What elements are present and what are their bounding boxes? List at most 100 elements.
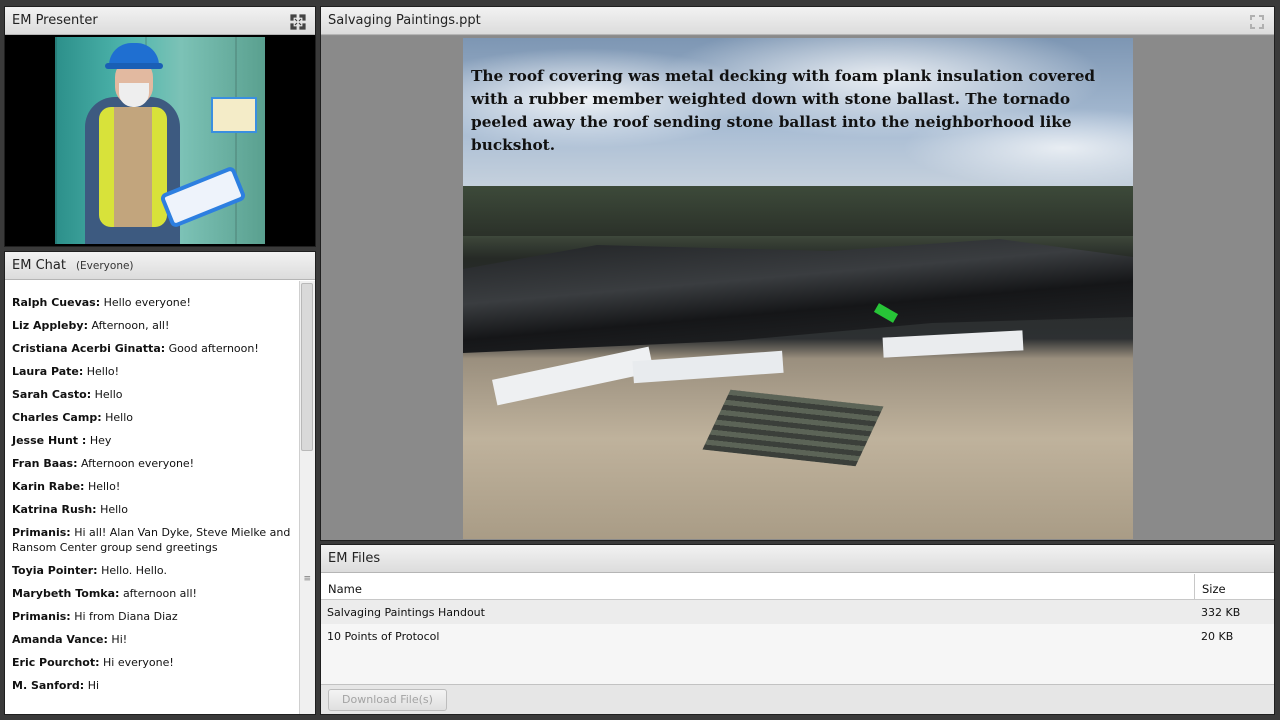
chat-sender-separator: : (103, 633, 108, 646)
chat-text: Hello everyone! (103, 296, 191, 309)
chat-message: Katrina Rush: Hello (12, 502, 293, 517)
chat-sender-separator: : (92, 503, 97, 516)
chat-text: Hello (100, 503, 128, 516)
chat-message: Marybeth Tomka: afternoon all! (12, 586, 293, 601)
file-size: 332 KB (1201, 606, 1241, 619)
chat-message: Primanis: Hi all! Alan Van Dyke, Steve M… (12, 525, 293, 555)
chat-sender-separator: : (66, 610, 71, 623)
chat-text: Hi (87, 679, 100, 692)
chat-sender-separator: : (86, 388, 92, 401)
chat-text: afternoon all! (122, 587, 197, 600)
chat-sender-separator: : (97, 411, 102, 424)
chat-message: Laura Pate: Hello! (12, 364, 293, 379)
chat-sender: Eric Pourchot (12, 656, 96, 669)
files-table: Name Size Salvaging Paintings Handout 33… (321, 574, 1274, 684)
chat-sender-separator: : (66, 526, 71, 539)
download-files-button[interactable]: Download File(s) (328, 689, 447, 711)
chat-message: Amanda Vance: Hi! (12, 632, 293, 647)
chat-text: Hi from Diana Diaz (74, 610, 178, 623)
chat-scrollbar-thumb[interactable] (301, 283, 313, 451)
file-size: 20 KB (1201, 630, 1234, 643)
chat-sender: Fran Baas (12, 457, 74, 470)
table-row[interactable]: 10 Points of Protocol 20 KB (321, 624, 1274, 648)
chat-pod-title: EM Chat (12, 258, 66, 273)
chat-sender: Marybeth Tomka (12, 587, 116, 600)
chat-sender-separator: : (81, 434, 87, 447)
chat-message: Toyia Pointer: Hello. Hello. (12, 563, 293, 578)
scroll-grip-icon: ≡ (303, 574, 311, 584)
chat-pod-header: EM Chat (Everyone) (5, 252, 315, 280)
chat-text: Hello (105, 411, 133, 424)
column-header-name[interactable]: Name (321, 574, 1195, 600)
presenter-camera-image (55, 37, 265, 244)
chat-sender-separator: : (95, 296, 101, 309)
chat-sender: Sarah Casto (12, 388, 87, 401)
files-footer: Download File(s) (321, 684, 1274, 714)
chat-text: Hello. Hello. (101, 564, 167, 577)
chat-message: Fran Baas: Afternoon everyone! (12, 456, 293, 471)
chat-message: Primanis: Hi from Diana Diaz (12, 609, 293, 624)
chat-sender: Laura Pate (12, 365, 79, 378)
chat-sender: Jesse Hunt (12, 434, 82, 447)
chat-message: Cristiana Acerbi Ginatta: Good afternoon… (12, 341, 293, 356)
chat-sender-separator: : (79, 679, 85, 692)
chat-sender: Primanis (12, 526, 67, 539)
slide-viewer: The roof covering was metal decking with… (321, 36, 1274, 540)
fullscreen-icon[interactable] (1249, 14, 1265, 30)
chat-text: Good afternoon! (168, 342, 259, 355)
chat-text: Hello (94, 388, 123, 401)
chat-message-list: Ralph Cuevas: Hello everyone! Liz Appleby… (5, 281, 299, 714)
chat-text: Afternoon everyone! (81, 457, 195, 470)
chat-sender: Katrina Rush (12, 503, 93, 516)
chat-sender-separator: : (83, 319, 88, 332)
chat-sender: Karin Rabe (12, 480, 81, 493)
chat-sender-separator: : (160, 342, 166, 355)
presenter-pod-header: EM Presenter (5, 7, 315, 35)
files-pod: EM Files Name Size Salvaging Paintings H… (320, 544, 1275, 715)
column-header-size[interactable]: Size (1195, 574, 1274, 600)
chat-sender-separator: : (73, 457, 78, 470)
chat-audience-label[interactable]: (Everyone) (76, 260, 134, 272)
chat-message: Sarah Casto: Hello (12, 387, 293, 402)
files-pod-header: EM Files (321, 545, 1274, 573)
files-pod-title: EM Files (328, 551, 381, 566)
chat-sender: Amanda Vance (12, 633, 104, 646)
share-pod-title: Salvaging Paintings.ppt (328, 13, 481, 28)
chat-message: Liz Appleby: Afternoon, all! (12, 318, 293, 333)
chat-sender: Liz Appleby (12, 319, 84, 332)
chat-text: Hi! (111, 633, 128, 646)
chat-sender: Ralph Cuevas (12, 296, 96, 309)
presenter-video (5, 35, 315, 246)
chat-text: Hello! (86, 365, 120, 378)
table-row[interactable]: Salvaging Paintings Handout 332 KB (321, 600, 1274, 624)
chat-sender: Toyia Pointer (12, 564, 94, 577)
chat-sender-separator: : (93, 564, 98, 577)
chat-sender: Cristiana Acerbi Ginatta (12, 342, 161, 355)
chat-message: Eric Pourchot: Hi everyone! (12, 655, 293, 670)
file-name: 10 Points of Protocol (327, 630, 440, 643)
chat-sender-separator: : (95, 656, 100, 669)
chat-text: Hey (89, 434, 112, 447)
chat-sender: Charles Camp (12, 411, 98, 424)
chat-message: M. Sanford: Hi (12, 678, 293, 693)
presenter-pod: EM Presenter (4, 6, 316, 247)
chat-sender: M. Sanford (12, 679, 80, 692)
chat-text: Afternoon, all! (91, 319, 170, 332)
chat-text: Hello! (87, 480, 121, 493)
share-pod-header: Salvaging Paintings.ppt (321, 7, 1274, 35)
slide-caption: The roof covering was metal decking with… (471, 67, 1096, 154)
chat-sender-separator: : (80, 480, 85, 493)
chat-pod: EM Chat (Everyone) Ralph Cuevas: Hello e… (4, 251, 316, 715)
slide: The roof covering was metal decking with… (463, 38, 1133, 539)
chat-sender-separator: : (115, 587, 120, 600)
share-pod: Salvaging Paintings.ppt The roof coverin… (320, 6, 1275, 541)
presenter-pod-title: EM Presenter (12, 13, 98, 28)
chat-message: Jesse Hunt : Hey (12, 433, 293, 448)
file-name: Salvaging Paintings Handout (327, 606, 485, 619)
chat-message: Ralph Cuevas: Hello everyone! (12, 295, 293, 310)
chat-text: Hi everyone! (103, 656, 174, 669)
chat-sender: Primanis (12, 610, 67, 623)
chat-message: Charles Camp: Hello (12, 410, 293, 425)
fullscreen-icon[interactable] (290, 14, 306, 30)
chat-message: Karin Rabe: Hello! (12, 479, 293, 494)
